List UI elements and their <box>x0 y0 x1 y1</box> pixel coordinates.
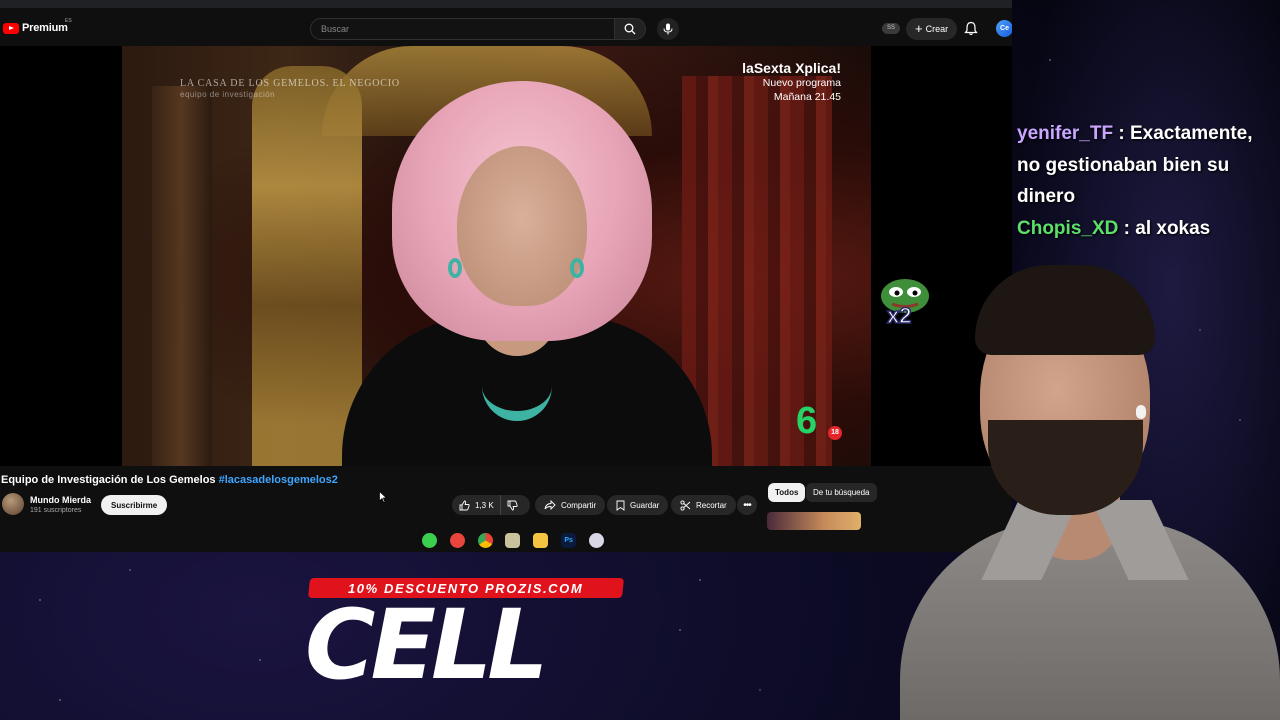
video-overlay-subtitle: equipo de investigación <box>180 90 276 99</box>
thumbs-down-icon <box>507 500 518 510</box>
video-pillar <box>152 86 212 466</box>
video-overlay-title: LA CASA DE LOS GEMELOS. EL NEGOCIO <box>180 78 400 89</box>
ss-badge: SS <box>882 23 900 34</box>
age-rating-badge: 18 <box>828 426 842 440</box>
youtube-play-icon <box>3 22 19 34</box>
account-avatar[interactable]: Ce <box>996 20 1012 37</box>
streamer-hair <box>975 265 1155 355</box>
video-throne-side <box>252 66 362 466</box>
app-light-icon[interactable] <box>588 532 604 548</box>
like-button[interactable]: 1,3 K <box>452 495 501 515</box>
channel-subscriber-count: 191 suscriptores <box>30 507 82 514</box>
app-red-icon[interactable] <box>449 532 465 548</box>
broadcast-promo: laSexta Xplica! Nuevo programa Mañana 21… <box>742 60 841 104</box>
video-frame[interactable]: LA CASA DE LOS GEMELOS. EL NEGOCIO equip… <box>122 46 871 466</box>
search-button[interactable] <box>614 18 646 40</box>
spotify-icon[interactable] <box>422 532 437 548</box>
create-button[interactable]: + Crear <box>906 18 958 40</box>
promo-title: laSexta Xplica! <box>742 60 841 76</box>
folder-icon[interactable] <box>533 532 549 548</box>
save-label: Guardar <box>630 500 660 510</box>
taskbar-dock: Ps <box>418 530 608 550</box>
subscribe-button[interactable]: Suscribirme <box>101 495 168 515</box>
plus-icon: + <box>915 21 923 36</box>
share-label: Compartir <box>561 500 597 510</box>
region-code: ES <box>65 18 72 24</box>
more-actions-button[interactable]: ••• <box>737 495 757 515</box>
youtube-header: Premium ES Buscar SS + Crear Ce <box>0 12 1012 46</box>
create-label: Crear <box>925 24 949 34</box>
dislike-button[interactable] <box>501 495 525 515</box>
channel-avatar[interactable] <box>2 493 24 515</box>
stream-chat: yenifer_TF : Exactamente, no gestionaban… <box>1017 118 1280 244</box>
voice-search-button[interactable] <box>657 18 679 40</box>
streamer-webcam <box>860 250 1280 720</box>
video-title-text: Equipo de Investigación de Los Gemelos <box>1 474 216 486</box>
share-button[interactable]: Compartir <box>535 495 606 515</box>
recommended-video-thumbnail[interactable] <box>767 512 861 530</box>
youtube-premium-logo[interactable]: Premium ES <box>3 18 72 34</box>
chat-username: yenifer_TF <box>1017 123 1114 144</box>
earbud-icon <box>1136 405 1146 419</box>
clip-button[interactable]: Recortar <box>671 495 736 515</box>
search-input[interactable]: Buscar <box>310 18 616 40</box>
ellipsis-icon: ••• <box>743 499 751 511</box>
promo-line-1: Nuevo programa <box>762 77 841 89</box>
search-icon <box>624 23 636 35</box>
like-dislike-group: 1,3 K <box>452 495 530 515</box>
notifications-button[interactable] <box>964 21 978 41</box>
bell-icon <box>964 21 978 36</box>
browser-tab-strip[interactable] <box>0 0 1012 8</box>
mouse-cursor-icon <box>379 491 387 503</box>
tv-channel-logo: 6 <box>796 400 818 442</box>
filter-chip-all[interactable]: Todos <box>768 483 806 502</box>
app-gray-icon[interactable] <box>505 532 521 548</box>
photoshop-icon[interactable]: Ps <box>561 532 577 548</box>
chat-message: Chopis_XD : al xokas <box>1017 213 1280 245</box>
channel-name[interactable]: Mundo Mierda <box>30 495 91 505</box>
chat-text: : al xokas <box>1123 217 1211 239</box>
video-person-face <box>457 146 587 306</box>
thumbs-up-icon <box>459 500 470 510</box>
video-earring-right <box>570 258 584 278</box>
chrome-icon[interactable] <box>477 532 493 548</box>
video-title: Equipo de Investigación de Los Gemelos #… <box>1 474 338 486</box>
share-icon <box>544 500 556 510</box>
promo-line-2: Mañana 21.45 <box>773 91 841 103</box>
video-hashtag-link[interactable]: #lacasadelosgemelos2 <box>219 474 338 486</box>
sponsor-product-name: CELL <box>305 589 548 701</box>
chat-message: yenifer_TF : Exactamente, no gestionaban… <box>1017 118 1280 213</box>
clip-label: Recortar <box>696 500 727 510</box>
chat-username: Chopis_XD <box>1017 217 1119 239</box>
bookmark-icon <box>616 500 625 511</box>
video-earring-left <box>448 258 462 278</box>
scissors-icon <box>680 499 691 511</box>
save-button[interactable]: Guardar <box>607 495 669 515</box>
logo-text: Premium <box>22 22 68 34</box>
microphone-icon <box>663 23 673 35</box>
like-count: 1,3 K <box>475 500 494 510</box>
